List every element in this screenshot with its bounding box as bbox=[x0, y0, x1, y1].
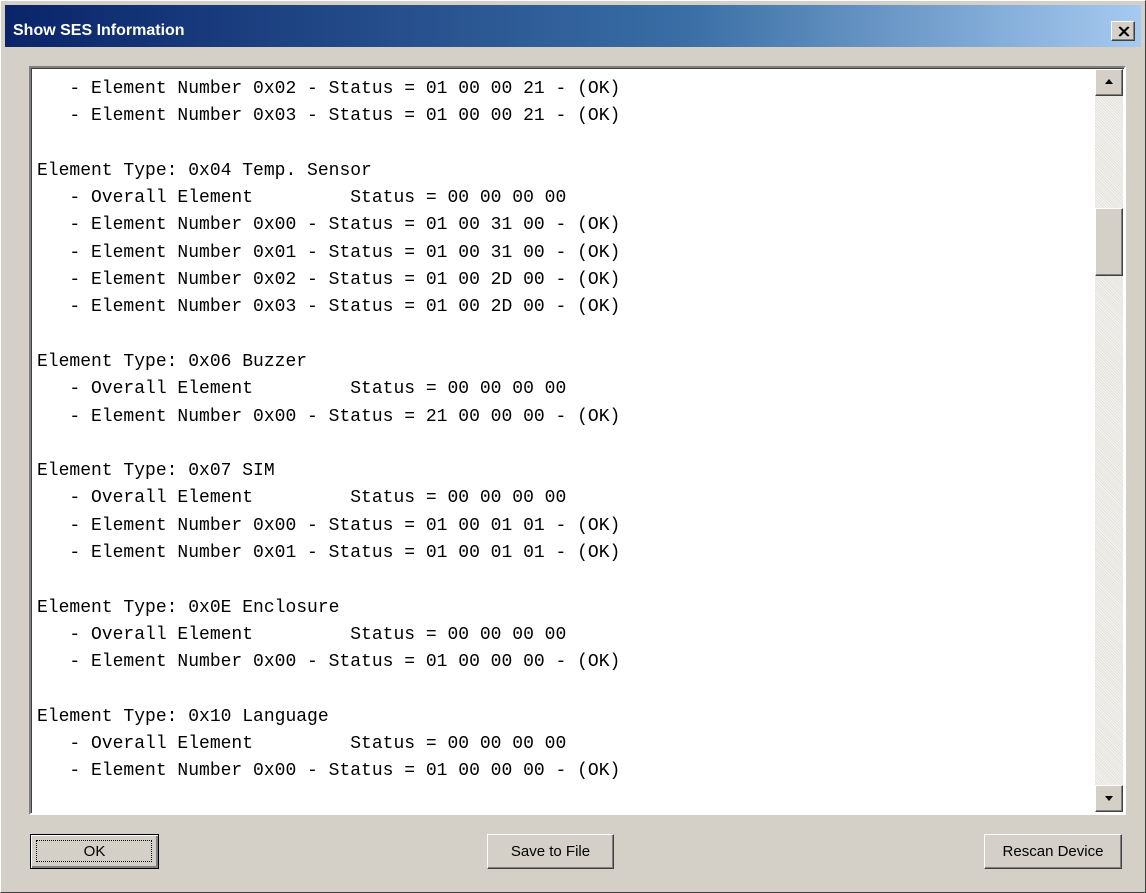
window-title: Show SES Information bbox=[13, 22, 185, 39]
close-icon bbox=[1118, 26, 1130, 37]
status-line: - Element Number 0x02 - Status = 01 00 0… bbox=[37, 79, 621, 99]
status-line: - Element Number 0x00 - Status = 01 00 0… bbox=[37, 761, 621, 782]
close-button[interactable] bbox=[1111, 21, 1135, 41]
arrow-down-icon bbox=[1105, 796, 1113, 801]
rescan-device-button[interactable]: Rescan Device bbox=[984, 834, 1122, 869]
title-bar[interactable]: Show SES Information bbox=[5, 5, 1141, 47]
scroll-down-button[interactable] bbox=[1095, 785, 1123, 812]
status-line: - Overall Element Status = 00 00 00 00 bbox=[37, 188, 567, 209]
element-type-heading: Element Type: 0x04 Temp. Sensor bbox=[37, 160, 372, 181]
element-type-heading: Element Type: 0x10 Language bbox=[37, 706, 329, 727]
status-line: - Element Number 0x00 - Status = 01 00 0… bbox=[37, 652, 621, 673]
status-line: - Element Number 0x03 - Status = 01 00 0… bbox=[37, 106, 621, 127]
save-to-file-label: Save to File bbox=[510, 843, 591, 860]
ok-button[interactable]: OK bbox=[30, 834, 159, 869]
status-line: - Element Number 0x01 - Status = 01 00 0… bbox=[37, 543, 621, 564]
arrow-up-icon bbox=[1105, 79, 1113, 84]
rescan-device-label: Rescan Device bbox=[1002, 843, 1104, 860]
focus-rectangle bbox=[36, 840, 152, 862]
ses-info-text: - Element Number 0x02 - Status = 01 00 0… bbox=[37, 76, 1087, 811]
status-line: - Overall Element Status = 00 00 00 00 bbox=[37, 488, 567, 509]
element-type-heading: Element Type: 0x07 SIM bbox=[37, 461, 275, 482]
element-type-heading: Element Type: 0x06 Buzzer bbox=[37, 351, 308, 372]
status-line: - Element Number 0x03 - Status = 01 00 2… bbox=[37, 297, 621, 318]
element-type-heading: Element Type: 0x0E Enclosure bbox=[37, 597, 340, 618]
scroll-thumb[interactable] bbox=[1095, 208, 1123, 276]
status-line: - Element Number 0x01 - Status = 01 00 3… bbox=[37, 242, 621, 263]
ses-info-dialog: Show SES Information - Element Number 0x… bbox=[0, 0, 1146, 893]
status-line: - Overall Element Status = 00 00 00 00 bbox=[37, 379, 567, 400]
ses-info-text-area[interactable]: - Element Number 0x02 - Status = 01 00 0… bbox=[29, 66, 1126, 815]
status-line: - Element Number 0x00 - Status = 21 00 0… bbox=[37, 406, 621, 427]
save-to-file-button[interactable]: Save to File bbox=[487, 834, 614, 869]
status-line: - Overall Element Status = 00 00 00 00 bbox=[37, 624, 567, 645]
vertical-scrollbar[interactable] bbox=[1095, 69, 1123, 812]
status-line: - Element Number 0x02 - Status = 01 00 2… bbox=[37, 270, 621, 291]
status-line: - Overall Element Status = 00 00 00 00 bbox=[37, 734, 567, 755]
status-line: - Element Number 0x00 - Status = 01 00 3… bbox=[37, 215, 621, 236]
scroll-up-button[interactable] bbox=[1095, 69, 1123, 96]
status-line: - Element Number 0x00 - Status = 01 00 0… bbox=[37, 515, 621, 536]
